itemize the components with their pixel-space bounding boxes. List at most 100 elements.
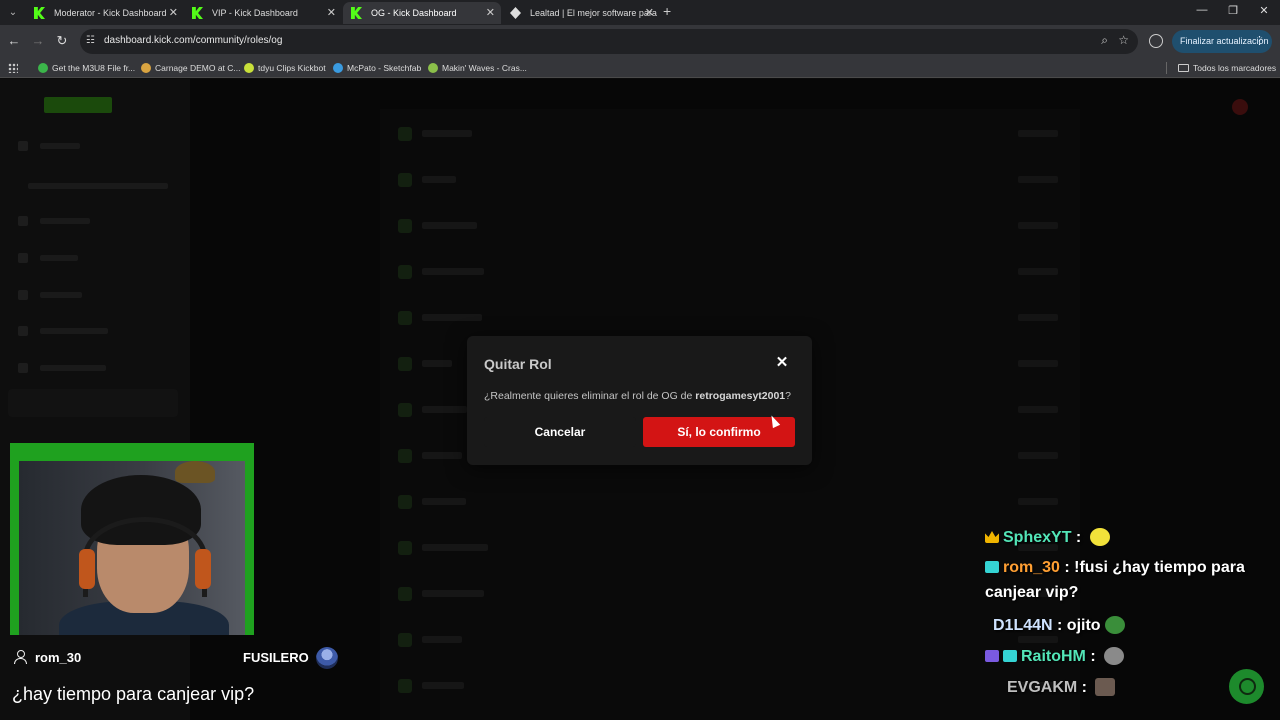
chat-message: D1L44N : ojito [985,616,1125,635]
bookmark-favicon-icon [244,63,254,73]
zoom-icon[interactable]: ⌕ [1101,33,1108,48]
close-window-icon[interactable]: ✕ [1256,4,1272,17]
chat-message: rom_30 : !fusi ¿hay tiempo para [985,559,1245,577]
bookmark-favicon-icon [38,63,48,73]
reload-icon[interactable]: ↻ [54,33,70,49]
chat-username: SphexYT [1003,529,1072,546]
loyalty-icon [510,7,521,19]
tab-og[interactable]: OG - Kick Dashboard ✕ [343,2,501,24]
dialog-title: Quitar Rol [484,356,552,372]
chat-username: rom_30 [1003,559,1060,576]
crown-badge-icon [985,531,999,543]
kick-logo [44,97,112,113]
sidebar-item [18,214,168,228]
bookmark-item[interactable]: tdyu Clips Kickbot [244,61,326,75]
bookmarks-divider [1166,62,1167,74]
bookmark-item[interactable]: Makin' Waves - Cras... [428,61,527,75]
bookmarks-bar: Get the M3U8 File fr... Carnage DEMO at … [0,58,1280,78]
bookmark-item[interactable]: Get the M3U8 File fr... [38,61,135,75]
tab-vip[interactable]: VIP - Kick Dashboard ✕ [184,2,342,24]
tab-moderator[interactable]: Moderator - Kick Dashboard ✕ [26,2,184,24]
bookmark-label: tdyu Clips Kickbot [258,63,326,73]
bookmark-favicon-icon [141,63,151,73]
message-suffix: ? [785,390,791,402]
restore-icon[interactable]: ❐ [1225,4,1241,17]
tab-title: Lealtad | El mejor software para [530,8,657,18]
tab-strip: ⌄ Moderator - Kick Dashboard ✕ VIP - Kic… [0,0,1280,25]
sidebar-item [18,324,168,338]
table-row [398,533,1058,563]
table-row [398,487,1058,517]
forward-icon[interactable]: → [30,33,46,48]
kick-icon [34,7,45,19]
webcam-feed [19,461,245,635]
close-tab-icon[interactable]: ✕ [486,2,495,24]
folder-icon [1178,64,1189,72]
chat-message: EVGAKM : [985,678,1116,697]
tab-lealtad[interactable]: Lealtad | El mejor software para ✕ [502,2,660,24]
close-tab-icon[interactable]: ✕ [169,2,178,24]
back-icon[interactable]: ← [6,33,22,48]
highlight-message: ¿hay tiempo para canjear vip? [12,684,255,704]
emote-icon [1104,616,1125,634]
chat-username: EVGAKM [1007,679,1078,696]
chat-username: D1L44N [993,617,1053,634]
chat-text: ojito [1066,617,1101,634]
minimize-icon[interactable]: — [1194,4,1210,16]
table-row [398,211,1058,241]
user-icon [14,650,27,664]
table-row [398,119,1058,149]
chat-message: SphexYT : [985,528,1110,547]
support-chat-button[interactable] [1229,669,1264,704]
close-tab-icon[interactable]: ✕ [645,2,654,24]
emote-icon [1089,528,1110,546]
bookmark-label: Carnage DEMO at C... [155,63,241,73]
og-badge-icon [985,561,999,573]
table-row [398,257,1058,287]
cancel-button[interactable]: Cancelar [484,417,636,447]
sidebar-item [18,288,168,302]
bookmark-favicon-icon [333,63,343,73]
finish-update-button[interactable]: Finalizar actualización ⋮ [1172,30,1272,53]
rank-badge-icon [316,647,338,669]
mod-badge-icon [985,650,999,662]
new-tab-icon[interactable]: + [663,3,671,19]
tab-title: Moderator - Kick Dashboard [54,8,167,18]
sidebar-item [18,179,168,193]
chat-username: RaitoHM [1021,648,1086,665]
chat-text: !fusi ¿hay tiempo para [1074,559,1245,576]
bookmark-favicon-icon [428,63,438,73]
webcam-frame [10,443,254,635]
emote-icon [1095,678,1116,696]
chat-message: RaitoHM : [985,647,1125,666]
menu-dots-icon[interactable]: ⋮ [1254,30,1265,53]
tab-title: OG - Kick Dashboard [371,8,457,18]
address-bar[interactable]: ☷ dashboard.kick.com/community/roles/og … [80,29,1138,54]
close-icon[interactable]: ✕ [775,355,789,370]
target-username: retrogamesyt2001 [695,390,786,402]
og-badge-icon [1003,650,1017,662]
bookmark-star-icon[interactable]: ☆ [1118,33,1129,47]
bookmark-label: McPato - Sketchfab [347,63,422,73]
dialog-message: ¿Realmente quieres eliminar el rol de OG… [484,390,791,402]
table-row [398,671,1058,701]
chat-message-continued: canjear vip? [985,584,1078,602]
table-row [398,579,1058,609]
apps-grid-icon[interactable] [8,63,18,73]
avatar [1232,99,1248,115]
sidebar-item [18,139,168,153]
bookmark-label: Get the M3U8 File fr... [52,63,136,73]
emote-icon [1104,647,1125,665]
all-bookmarks-button[interactable]: Todos los marcadores [1178,61,1276,75]
url-text[interactable]: dashboard.kick.com/community/roles/og [104,35,282,46]
bookmark-item[interactable]: McPato - Sketchfab [333,61,421,75]
highlight-username: rom_30 [35,650,82,665]
all-bookmarks-label: Todos los marcadores [1193,63,1277,73]
site-info-icon[interactable]: ☷ [86,35,98,47]
close-tab-icon[interactable]: ✕ [327,2,336,24]
tab-title: VIP - Kick Dashboard [212,8,298,18]
bookmark-item[interactable]: Carnage DEMO at C... [141,61,241,75]
profile-icon[interactable] [1149,34,1163,48]
kick-icon [351,7,362,19]
tab-search-chevron-icon[interactable]: ⌄ [4,4,22,22]
